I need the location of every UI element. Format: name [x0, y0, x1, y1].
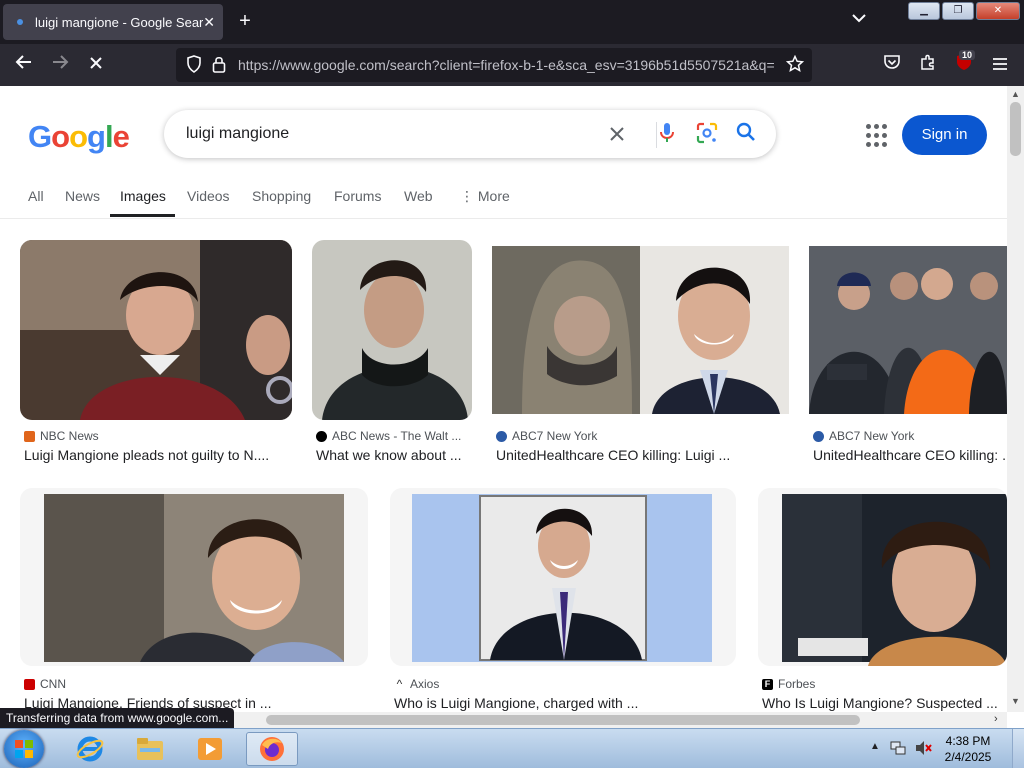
tab-more[interactable]: ⋮ More — [460, 188, 510, 205]
new-tab-icon[interactable]: + — [234, 10, 256, 32]
hamburger-menu-icon[interactable] — [988, 53, 1012, 77]
axios-favicon-icon: ^ — [396, 677, 403, 691]
tab-strip: luigi mangione - Google Search ✕ + ▁ ❐ ✕ — [0, 0, 1024, 44]
volume-muted-icon[interactable] — [914, 740, 932, 761]
show-hidden-icons-icon[interactable]: ▲ — [870, 741, 880, 752]
url-text[interactable]: https://www.google.com/search?client=fir… — [238, 57, 778, 73]
navigation-toolbar: https://www.google.com/search?client=fir… — [0, 44, 1024, 86]
extensions-puzzle-icon[interactable] — [916, 53, 940, 77]
restore-window-button[interactable]: ❐ — [942, 2, 974, 20]
horizontal-scroll-thumb[interactable] — [266, 715, 860, 725]
result-source[interactable]: ABC News - The Walt ... — [316, 429, 472, 443]
scroll-down-arrow-icon[interactable]: ▼ — [1011, 696, 1020, 706]
loading-indicator-icon — [17, 19, 23, 25]
extension-count-badge: 10 — [959, 50, 976, 60]
tab-all[interactable]: All — [28, 188, 44, 204]
firefox-taskbar-icon[interactable] — [246, 732, 298, 766]
start-button[interactable] — [4, 730, 44, 768]
stop-loading-icon[interactable] — [84, 53, 108, 77]
windows-taskbar: ▲ 4:38 PM 2/4/2025 — [0, 728, 1024, 768]
vertical-scrollbar[interactable]: ▲ ▼ — [1007, 86, 1024, 712]
result-source[interactable]: ABC7 New York — [496, 429, 789, 443]
clear-search-icon[interactable] — [608, 122, 626, 149]
tab-shopping[interactable]: Shopping — [252, 188, 311, 204]
result-thumbnail[interactable] — [312, 240, 472, 420]
scroll-right-arrow-icon[interactable]: › — [994, 713, 998, 725]
tab-videos[interactable]: Videos — [187, 188, 230, 204]
result-caption[interactable]: Luigi Mangione pleads not guilty to N...… — [24, 447, 292, 463]
search-icon[interactable] — [736, 122, 756, 148]
search-box[interactable]: luigi mangione — [164, 110, 776, 158]
tab-title: luigi mangione - Google Search — [35, 14, 204, 30]
result-source[interactable]: CNN — [24, 677, 368, 691]
tab-images[interactable]: Images — [120, 188, 166, 204]
more-dots-icon: ⋮ — [460, 188, 478, 204]
browser-tab[interactable]: luigi mangione - Google Search ✕ — [3, 4, 223, 40]
result-caption[interactable]: What we know about ... — [316, 447, 472, 463]
abc7-favicon-icon — [496, 430, 507, 442]
result-caption[interactable]: UnitedHealthcare CEO killing: ... — [813, 447, 1007, 463]
result-thumbnail[interactable] — [390, 488, 736, 666]
abc-favicon-icon — [316, 430, 327, 442]
back-arrow-icon[interactable] — [12, 53, 36, 77]
network-icon[interactable] — [890, 740, 906, 761]
tab-web[interactable]: Web — [404, 188, 433, 204]
system-tray: ▲ 4:38 PM 2/4/2025 — [866, 729, 1024, 768]
result-thumbnail[interactable] — [20, 240, 292, 420]
result-thumbnail[interactable] — [809, 246, 1007, 414]
close-window-button[interactable]: ✕ — [976, 2, 1020, 20]
google-results-page: Google luigi mangione Sign in All News I… — [0, 86, 1007, 712]
vertical-scroll-thumb[interactable] — [1010, 102, 1021, 156]
search-divider — [656, 122, 657, 148]
media-player-icon[interactable] — [184, 732, 236, 766]
google-logo[interactable]: Google — [28, 119, 130, 155]
nbc-favicon-icon — [24, 430, 35, 442]
scroll-up-arrow-icon[interactable]: ▲ — [1011, 89, 1020, 99]
abc7-favicon-icon — [813, 430, 824, 442]
clock-date: 2/4/2025 — [944, 750, 992, 764]
active-tab-indicator — [110, 214, 175, 217]
result-caption[interactable]: UnitedHealthcare CEO killing: Luigi ... — [496, 447, 789, 463]
minimize-window-button[interactable]: ▁ — [908, 2, 940, 20]
address-bar[interactable]: https://www.google.com/search?client=fir… — [176, 48, 812, 82]
search-tabs: All News Images Videos Shopping Forums W… — [0, 184, 1007, 219]
result-caption[interactable]: Who is Luigi Mangione, charged with ... — [394, 695, 654, 711]
file-explorer-icon[interactable] — [124, 732, 176, 766]
status-tooltip: Transferring data from www.google.com... — [0, 708, 235, 730]
result-source[interactable]: NBC News — [24, 429, 292, 443]
result-source[interactable]: ^ Axios — [394, 677, 736, 691]
internet-explorer-icon[interactable] — [64, 732, 116, 766]
clock[interactable]: 4:38 PM 2/4/2025 — [938, 733, 998, 765]
lens-camera-icon[interactable] — [696, 122, 718, 150]
sign-in-button[interactable]: Sign in — [902, 115, 987, 155]
search-input[interactable]: luigi mangione — [186, 125, 289, 143]
result-thumbnail[interactable] — [492, 246, 789, 414]
cnn-favicon-icon — [24, 678, 35, 690]
tab-close-icon[interactable]: ✕ — [203, 14, 215, 31]
tab-news[interactable]: News — [65, 188, 100, 204]
forward-arrow-icon[interactable] — [48, 53, 72, 77]
result-thumbnail[interactable] — [758, 488, 1007, 666]
lock-icon[interactable] — [212, 55, 226, 77]
google-apps-icon[interactable] — [866, 124, 890, 148]
show-desktop-button[interactable] — [1012, 729, 1024, 768]
tab-forums[interactable]: Forums — [334, 188, 381, 204]
result-caption[interactable]: Who Is Luigi Mangione? Suspected ... — [762, 695, 1007, 711]
bookmark-star-icon[interactable] — [785, 54, 805, 77]
result-thumbnail[interactable] — [20, 488, 368, 666]
pocket-icon[interactable] — [880, 53, 904, 77]
forbes-favicon-icon: F — [762, 678, 773, 690]
tab-list-chevron-icon[interactable] — [852, 10, 866, 26]
clock-time: 4:38 PM — [945, 734, 991, 748]
result-source[interactable]: F Forbes — [762, 677, 1007, 691]
microphone-icon[interactable] — [658, 122, 676, 150]
result-source[interactable]: ABC7 New York — [813, 429, 1007, 443]
tracking-shield-icon[interactable] — [186, 55, 202, 77]
